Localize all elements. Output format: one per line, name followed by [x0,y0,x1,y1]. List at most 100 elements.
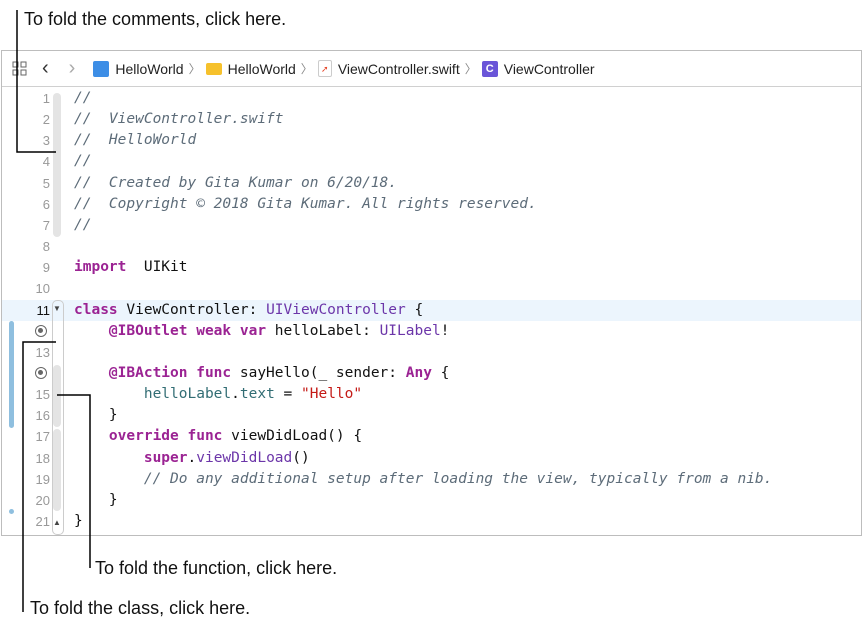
breadcrumb-separator-icon: 〉 [464,62,477,76]
code-token: ViewController: [117,301,267,318]
line-number[interactable]: 21 [22,511,50,532]
code-token: { [405,301,424,318]
line-number[interactable]: 20 [22,490,50,511]
code-text: // Copyright © 2018 Gita Kumar. All righ… [74,194,537,215]
code-text: } [74,490,118,511]
fold-expand-triangle-icon[interactable]: ▲ [53,518,61,527]
fold-function-callout: To fold the function, click here. [95,558,338,578]
code-line[interactable]: 6 // Copyright © 2018 Gita Kumar. All rig… [2,194,861,215]
swift-file-icon: ➚ [317,60,332,77]
line-number[interactable]: 19 [22,469,50,490]
code-text: // [74,215,91,236]
code-line[interactable]: 4 // [2,151,861,172]
code-text: // ViewController.swift [74,109,284,130]
code-token: UIKit [126,259,188,276]
line-number[interactable]: 11 [22,300,51,321]
code-text: @IBOutlet weak var helloLabel: UILabel! [74,321,449,342]
code-token: class [74,301,118,318]
code-token: // [74,216,92,233]
code-line[interactable]: 17 override func viewDidLoad() { [2,426,861,447]
code-token: UIViewController [266,301,406,318]
code-token: helloLabel: [266,322,380,339]
breadcrumb-label: ViewController [503,60,595,77]
fold-collapse-triangle-icon[interactable]: ▼ [53,304,61,313]
code-line[interactable]: 2 // ViewController.swift [2,109,861,130]
code-token: Any [405,364,432,381]
line-number[interactable]: 7 [22,215,50,236]
line-number[interactable]: 2 [22,109,50,130]
line-number[interactable]: 4 [22,151,50,172]
line-number[interactable]: 6 [22,194,50,215]
line-number[interactable]: 16 [22,405,50,426]
line-number[interactable]: 9 [22,257,50,278]
code-token: @IBAction func [108,364,232,381]
breadcrumb-item[interactable]: ➚ ViewController.swift [317,60,460,77]
code-token: sayHello(_ sender: [231,364,406,381]
code-line[interactable]: 16 } [2,405,861,426]
jump-bar: ‹ › HelloWorld 〉 HelloWorld 〉 ➚ ViewControlle… [2,51,861,87]
code-text: // Do any additional setup after loading… [74,469,773,490]
code-token: import [74,259,127,276]
breadcrumb-item[interactable]: HelloWorld [93,60,184,77]
outlet-connection-icon[interactable] [35,366,47,379]
code-token: // Copyright © 2018 Gita Kumar. All righ… [74,195,537,212]
line-number[interactable]: 5 [22,173,50,194]
code-line[interactable]: 3 // HelloWorld [2,130,861,151]
code-line[interactable]: 19 // Do any additional setup after load… [2,469,861,490]
back-button[interactable]: ‹ [42,57,49,80]
code-line[interactable]: 8 [2,236,861,257]
code-text: class ViewController: UIViewController { [74,300,423,321]
code-line[interactable]: 11 class ViewController: UIViewController… [2,299,861,321]
code-line[interactable]: @IBAction func sayHello(_ sender: Any { [2,363,861,384]
code-line[interactable]: 10 [2,278,861,299]
fold-ribbon-comments[interactable] [53,93,61,237]
code-text: @IBAction func sayHello(_ sender: Any { [74,363,450,384]
line-number[interactable]: 13 [22,342,50,363]
code-token: = [274,386,302,403]
line-number[interactable]: 8 [22,236,50,257]
code-text: // [74,88,91,109]
code-line[interactable]: @IBOutlet weak var helloLabel: UILabel! [2,321,861,342]
related-items-grid-icon[interactable] [12,61,28,77]
code-line[interactable]: 5 // Created by Gita Kumar on 6/20/18. [2,173,861,194]
code-token: . [187,449,197,466]
line-number[interactable]: 18 [22,448,50,469]
code-line[interactable]: 15 helloLabel.text = "Hello" [2,384,861,405]
code-text: super.viewDidLoad() [74,448,310,469]
breadcrumb-item[interactable]: C ViewController [481,60,595,77]
line-number[interactable]: 15 [22,384,50,405]
code-line[interactable]: 21} [2,511,861,532]
class-c-icon: C [481,60,498,77]
forward-button[interactable]: › [69,57,76,80]
fold-class-callout: To fold the class, click here. [30,598,251,618]
code-token: // Created by Gita Kumar on 6/20/18. [74,174,398,191]
code-text: } [74,511,83,532]
line-number[interactable]: 10 [22,278,50,299]
code-text: helloLabel.text = "Hello" [74,384,362,405]
code-token: "Hello" [301,386,363,403]
line-number[interactable]: 17 [22,426,50,447]
fold-ribbon-viewdidload[interactable] [53,429,61,511]
code-token: { [431,364,450,381]
line-number[interactable]: 1 [22,88,50,109]
code-token: helloLabel [143,386,232,403]
outlet-connection-icon[interactable] [35,324,47,337]
code-line[interactable]: 9 import UIKit [2,257,861,278]
breadcrumb-item[interactable]: HelloWorld [205,61,296,77]
code-line[interactable]: 7 // [2,215,861,236]
line-number[interactable]: 3 [22,130,50,151]
code-token: // HelloWorld [74,132,197,149]
code-token: ! [440,322,450,339]
code-line[interactable]: 20 } [2,490,861,511]
breadcrumb-separator-icon: 〉 [188,62,201,76]
code-line[interactable]: 13 [2,342,861,363]
code-text: import UIKit [74,257,188,278]
code-line[interactable]: 18 super.viewDidLoad() [2,448,861,469]
fold-ribbon-function[interactable] [53,365,61,427]
code-text: } [74,405,118,426]
code-line[interactable]: 1 // [2,88,861,109]
code-token: } [74,491,118,508]
